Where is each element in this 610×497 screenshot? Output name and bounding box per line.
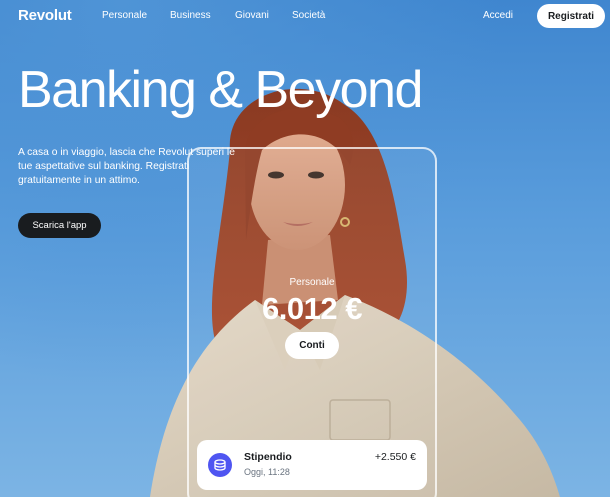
hero-section: Revolut Personale Business Giovani Socie… [0,0,610,497]
transaction-time: Oggi, 11:28 [244,467,290,477]
hero-subtitle: A casa o in viaggio, lascia che Revolut … [18,147,235,187]
nav-link-business[interactable]: Business [170,10,211,21]
transaction-title: Stipendio [244,451,292,463]
nav-link-personale[interactable]: Personale [102,10,147,21]
nav-link-giovani[interactable]: Giovani [235,10,269,21]
page-title: Banking & Beyond [18,61,423,119]
transaction-card[interactable]: Stipendio Oggi, 11:28 +2.550 € [197,440,427,490]
coins-icon [208,453,232,477]
account-balance: 6.012 € [262,291,362,326]
top-nav: Revolut Personale Business Giovani Socie… [0,0,610,34]
account-label: Personale [289,277,335,288]
signup-button[interactable]: Registrati [537,4,605,28]
login-link[interactable]: Accedi [483,10,513,21]
nav-link-societa[interactable]: Società [292,10,325,21]
download-app-button[interactable]: Scarica l'app [18,213,101,238]
transaction-amount: +2.550 € [374,451,416,463]
revolut-logo[interactable]: Revolut [18,7,72,24]
accounts-button[interactable]: Conti [285,332,339,359]
